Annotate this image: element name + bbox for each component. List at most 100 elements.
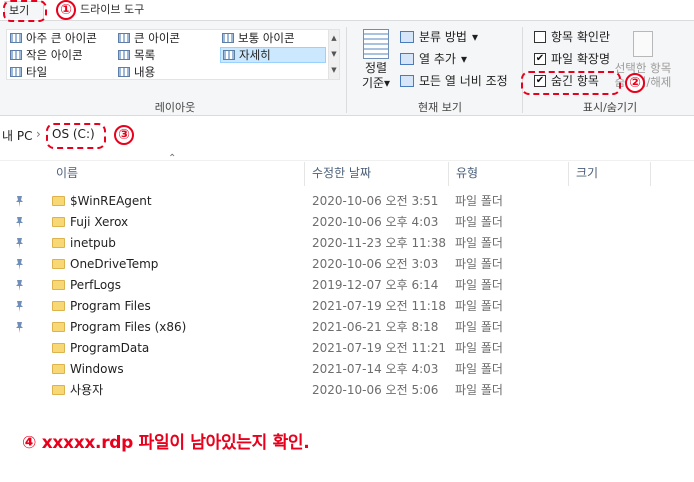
details-icon (223, 50, 235, 60)
large-icons-icon (118, 33, 130, 43)
ribbon-tab-strip: 보기 드라이브 도구 (0, 0, 694, 20)
column-separator[interactable] (448, 162, 449, 186)
ribbon-divider (346, 27, 347, 113)
file-type: 파일 폴더 (455, 299, 503, 313)
folder-icon (52, 258, 65, 269)
file-modified: 2020-10-06 오후 4:03 (312, 215, 439, 229)
pin-icon (14, 321, 26, 335)
layout-content[interactable]: 내용 (116, 64, 216, 80)
file-extensions-checkbox[interactable]: ✔ (534, 53, 546, 65)
small-icons-icon (10, 50, 22, 60)
file-modified: 2021-07-19 오전 11:18 (312, 299, 447, 313)
ribbon-divider (522, 27, 523, 113)
extra-large-icons-icon (10, 33, 22, 43)
file-name: Program Files (52, 296, 302, 317)
column-separator[interactable] (568, 162, 569, 186)
folder-icon (52, 300, 65, 311)
file-type: 파일 폴더 (455, 257, 503, 271)
column-separator[interactable] (650, 162, 651, 186)
content-icon (118, 67, 130, 77)
pin-icon (14, 258, 26, 272)
file-modified: 2019-12-07 오후 6:14 (312, 278, 439, 292)
layout-extra-large-icons[interactable]: 아주 큰 아이콘 (8, 30, 112, 46)
file-row[interactable]: Program Files 2021-07-19 오전 11:18 파일 폴더 (52, 296, 652, 317)
instruction-note: ④ xxxxx.rdp 파일이 남아있는지 확인. (22, 433, 310, 453)
highlight-view-tab (3, 0, 47, 22)
file-modified: 2021-06-21 오후 8:18 (312, 320, 439, 334)
layout-large-icons[interactable]: 큰 아이콘 (116, 30, 216, 46)
breadcrumb-this-pc[interactable]: 내 PC (2, 127, 32, 144)
column-type[interactable]: 유형 (456, 162, 566, 186)
folder-icon (52, 195, 65, 206)
size-columns-icon (400, 75, 414, 87)
dropdown-icon: ▾ (384, 76, 391, 90)
list-icon (118, 50, 130, 60)
folder-icon (52, 363, 65, 374)
breadcrumb-separator: › (36, 127, 41, 141)
file-row[interactable]: Fuji Xerox 2020-10-06 오후 4:03 파일 폴더 (52, 212, 652, 233)
column-name[interactable]: 이름 (56, 162, 296, 186)
header-divider (0, 160, 694, 161)
file-row[interactable]: inetpub 2020-11-23 오후 11:38 파일 폴더 (52, 233, 652, 254)
column-modified[interactable]: 수정한 날짜 (312, 162, 442, 186)
file-row[interactable]: Windows 2021-07-14 오후 4:03 파일 폴더 (52, 359, 652, 380)
file-modified: 2021-07-19 오전 11:21 (312, 341, 447, 355)
file-type: 파일 폴더 (455, 362, 503, 376)
file-modified: 2020-10-06 오전 3:51 (312, 194, 439, 208)
ribbon: 아주 큰 아이콘 큰 아이콘 보통 아이콘 작은 아이콘 목록 자세히 타일 내… (0, 20, 694, 116)
tab-drive-tools[interactable]: 드라이브 도구 (76, 1, 148, 19)
folder-icon (52, 384, 65, 395)
item-checkboxes-checkbox[interactable] (534, 31, 546, 43)
highlight-hidden-items (521, 71, 621, 95)
file-row[interactable]: PerfLogs 2019-12-07 오후 6:14 파일 폴더 (52, 275, 652, 296)
scroll-down-icon[interactable]: ▼ (329, 46, 339, 62)
group-by-button[interactable]: 분류 방법 ▾ (400, 27, 478, 47)
gallery-more-icon[interactable]: ▼ (329, 62, 339, 78)
file-row[interactable]: Program Files (x86) 2021-06-21 오후 8:18 파일 … (52, 317, 652, 338)
item-checkboxes-toggle[interactable]: 항목 확인란 (534, 27, 610, 47)
layout-small-icons[interactable]: 작은 아이콘 (8, 47, 112, 63)
hide-selected-icon (633, 31, 653, 57)
highlight-drive-path (46, 123, 106, 149)
step-1-marker: ① (56, 0, 76, 20)
file-name: Fuji Xerox (52, 212, 302, 233)
file-name: $WinREAgent (52, 191, 302, 212)
folder-icon (52, 321, 65, 332)
pin-icon (14, 237, 26, 251)
file-row[interactable]: ProgramData 2021-07-19 오전 11:21 파일 폴더 (52, 338, 652, 359)
layout-details[interactable]: 자세히 (220, 47, 326, 63)
pin-icon (14, 195, 26, 209)
file-row[interactable]: $WinREAgent 2020-10-06 오전 3:51 파일 폴더 (52, 191, 652, 212)
layout-group-label: 레이아웃 (154, 101, 196, 114)
file-name: inetpub (52, 233, 302, 254)
file-type: 파일 폴더 (455, 194, 503, 208)
layout-tiles[interactable]: 타일 (8, 64, 112, 80)
file-name: Program Files (x86) (52, 317, 302, 338)
size-all-columns-button[interactable]: 모든 열 너비 조정 (400, 71, 508, 91)
dropdown-icon: ▾ (471, 30, 479, 44)
dropdown-icon: ▾ (460, 52, 467, 66)
add-columns-button[interactable]: 열 추가 ▾ (400, 49, 467, 69)
folder-icon (52, 237, 65, 248)
add-columns-icon (400, 53, 414, 65)
sort-icon (363, 29, 389, 59)
column-separator[interactable] (304, 162, 305, 186)
file-row[interactable]: 사용자 2020-10-06 오전 5:06 파일 폴더 (52, 380, 652, 401)
scroll-up-icon[interactable]: ▲ (329, 30, 339, 46)
step-2-marker: ② (625, 73, 645, 93)
folder-icon (52, 216, 65, 227)
show-hide-group-label: 표시/숨기기 (582, 101, 638, 114)
file-row[interactable]: OneDriveTemp 2020-10-06 오전 3:03 파일 폴더 (52, 254, 652, 275)
file-modified: 2020-10-06 오전 3:03 (312, 257, 439, 271)
layout-list[interactable]: 목록 (116, 47, 216, 63)
step-3-marker: ③ (114, 125, 134, 145)
sort-by-button[interactable]: 정렬 기준▾ (356, 29, 396, 95)
tiles-icon (10, 67, 22, 77)
file-extensions-toggle[interactable]: ✔ 파일 확장명 (534, 49, 610, 69)
folder-icon (52, 279, 65, 290)
current-view-group-label: 현재 보기 (418, 101, 462, 114)
column-size[interactable]: 크기 (576, 162, 646, 186)
layout-medium-icons[interactable]: 보통 아이콘 (220, 30, 326, 46)
file-modified: 2020-10-06 오전 5:06 (312, 383, 439, 397)
layout-gallery-scroller[interactable]: ▲ ▼ ▼ (328, 30, 339, 79)
